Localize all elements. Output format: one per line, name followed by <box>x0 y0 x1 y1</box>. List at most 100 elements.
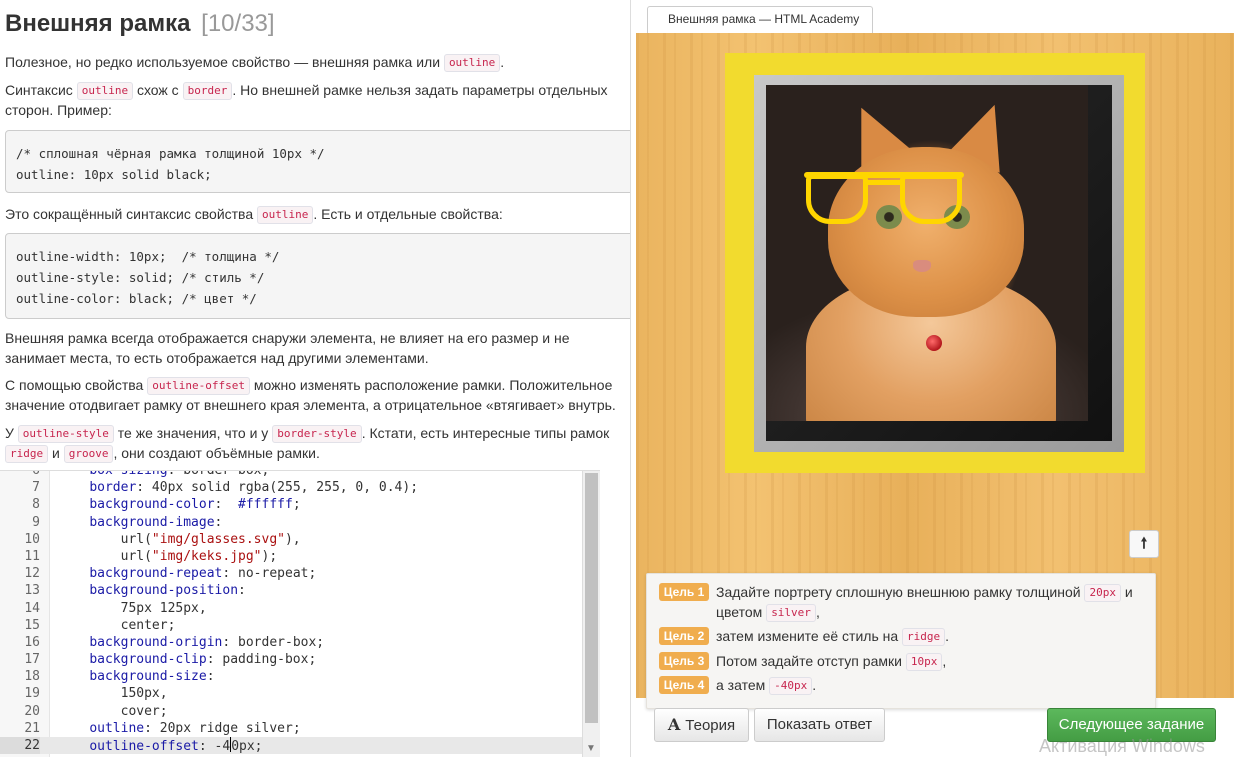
code-line[interactable]: 21 outline: 20px ridge silver; <box>0 720 582 737</box>
line-number: 13 <box>24 583 40 599</box>
text: а затем <box>716 677 770 693</box>
inline-code: ridge <box>5 445 49 463</box>
code-text[interactable]: background-clip: padding-box; <box>58 651 316 668</box>
code-line[interactable]: 10 url("img/glasses.svg"), <box>0 531 582 548</box>
code-text[interactable]: background-color: #ffffff; <box>58 496 300 513</box>
text: Полезное, но редко используемое свойство… <box>5 54 444 70</box>
code-line[interactable]: 18 background-size: <box>0 668 582 685</box>
text: Это сокращённый синтаксис свойства <box>5 206 258 222</box>
code-line[interactable]: 17 background-clip: padding-box; <box>0 651 582 668</box>
inline-code: outline-offset <box>147 377 250 395</box>
code-line-active[interactable]: 22 outline-offset: -40px; <box>0 737 582 755</box>
line-number: 21 <box>24 720 40 736</box>
scrollbar-thumb[interactable] <box>585 473 598 723</box>
line-number: 20 <box>24 703 40 719</box>
text: Синтаксис <box>5 82 77 98</box>
goal-badge: Цель 3 <box>659 652 709 670</box>
text: . <box>812 677 817 693</box>
code-text[interactable]: background-position: <box>58 582 246 599</box>
font-a-icon: A <box>667 715 681 734</box>
goal-text: Потом задайте отступ рамки 10px, <box>716 651 1136 671</box>
code-text[interactable]: outline-offset: -40px; <box>58 737 263 755</box>
code-line: outline: 10px solid black; <box>16 167 212 182</box>
code-line[interactable]: 20 cover; <box>0 703 582 720</box>
show-answer-button[interactable]: Показать ответ <box>754 708 885 742</box>
code-line: outline-width: 10px; /* толщина */ <box>16 249 280 264</box>
code-line[interactable]: 7 border: 40px solid rgba(255, 255, 0, 0… <box>0 479 582 496</box>
code-text[interactable]: 75px 125px, <box>58 600 207 617</box>
code-line[interactable]: 16 background-origin: border-box; <box>0 634 582 651</box>
line-number: 12 <box>24 566 40 582</box>
code-line[interactable]: 14 75px 125px, <box>0 600 582 617</box>
inline-code: outline <box>443 54 501 72</box>
code-text[interactable]: background-repeat: no-repeat; <box>58 565 316 582</box>
code-text[interactable]: cover; <box>58 703 168 720</box>
line-number: 16 <box>24 634 40 650</box>
inline-code: border-style <box>272 425 362 443</box>
code-text[interactable]: url("img/keks.jpg"); <box>58 548 278 565</box>
code-text[interactable]: 150px, <box>58 685 168 702</box>
inline-code: outline <box>257 206 314 224</box>
text: те же значения, что и у <box>113 425 273 441</box>
text: . <box>500 54 505 70</box>
goal-text: а затем -40px. <box>716 675 1136 695</box>
editor-scrollbar[interactable]: ▼ <box>582 471 600 757</box>
line-number: 19 <box>24 686 40 702</box>
text: У <box>5 425 18 441</box>
text: . <box>945 628 950 644</box>
code-example-2: outline-width: 10px; /* толщина */ outlin… <box>5 233 632 319</box>
theory-button[interactable]: A Теория <box>654 708 749 742</box>
line-number: 15 <box>24 617 40 633</box>
code-line[interactable]: 13 background-position: <box>0 582 582 599</box>
code-text[interactable]: background-size: <box>58 668 214 685</box>
result-panel: Внешняя рамка — HTML Academy Цель 1 Зада… <box>630 0 1237 757</box>
code-text[interactable]: url("img/glasses.svg"), <box>58 531 301 548</box>
inline-code: silver <box>766 604 816 622</box>
code-text[interactable]: outline: 20px ridge silver; <box>58 720 300 737</box>
line-number: 11 <box>24 548 40 564</box>
code-text[interactable]: background-image: <box>58 514 222 531</box>
paragraph-5: С помощью свойства outline-offset можно … <box>5 375 630 415</box>
inline-code: border <box>182 82 233 100</box>
code-line[interactable]: 8 background-color: #ffffff; <box>0 496 582 513</box>
code-line[interactable]: 11 url("img/keks.jpg"); <box>0 548 582 565</box>
scroll-up-button[interactable]: 🠕 <box>1129 530 1159 558</box>
line-number: 17 <box>24 652 40 668</box>
inline-code: groove <box>63 445 114 463</box>
inline-code: outline <box>76 82 134 100</box>
goal-text: Задайте портрету сплошную внешнюю рамку … <box>716 582 1136 622</box>
text: схож с <box>133 82 183 98</box>
windows-activation-watermark: Активация Windows <box>1039 736 1205 756</box>
code-text[interactable]: border: 40px solid rgba(255, 255, 0, 0.4… <box>58 479 418 496</box>
code-line[interactable]: 15 center; <box>0 617 582 634</box>
paragraph-4: Внешняя рамка всегда отображается снаруж… <box>5 330 570 366</box>
code-line[interactable]: 12 background-repeat: no-repeat; <box>0 565 582 582</box>
line-number: 8 <box>32 497 40 513</box>
theory-panel: Внешняя рамка [10/33] Полезное, но редко… <box>0 0 632 470</box>
text: затем измените её стиль на <box>716 628 903 644</box>
cat-nose-shape <box>913 260 931 272</box>
code-line[interactable]: 19 150px, <box>0 685 582 702</box>
text: . Кстати, есть интересные типы рамок <box>361 425 610 441</box>
code-editor[interactable]: 6 box-sizing: border-box; 7 border: 40px … <box>0 470 600 757</box>
code-text[interactable]: center; <box>58 617 176 634</box>
code-text[interactable]: background-origin: border-box; <box>58 634 324 651</box>
glasses-lens <box>900 174 962 224</box>
goal-badge: Цель 1 <box>659 583 709 601</box>
theory-button-label: Теория <box>685 717 736 734</box>
text: и <box>48 445 64 461</box>
text: С помощью свойства <box>5 377 148 393</box>
preview-canvas: Цель 1 Задайте портрету сплошную внешнюю… <box>636 33 1234 709</box>
paragraph-6: У outline-style те же значения, что и у … <box>5 423 630 463</box>
code-line[interactable]: 6 box-sizing: border-box; <box>0 470 582 479</box>
code-lines[interactable]: 6 box-sizing: border-box; 7 border: 40px … <box>0 470 582 755</box>
code-text[interactable]: box-sizing: border-box; <box>58 471 269 479</box>
text: Потом задайте отступ рамки <box>716 653 906 669</box>
text: Задайте портрету сплошную внешнюю рамку … <box>716 584 1085 600</box>
preview-tab[interactable]: Внешняя рамка — HTML Academy <box>647 6 873 33</box>
line-number: 6 <box>32 470 40 478</box>
goal-text: затем измените её стиль на ridge. <box>716 626 1136 646</box>
code-line[interactable]: 9 background-image: <box>0 514 582 531</box>
scroll-down-arrow-icon[interactable]: ▼ <box>586 743 596 754</box>
goals-box: Цель 1 Задайте портрету сплошную внешнюю… <box>646 573 1156 709</box>
